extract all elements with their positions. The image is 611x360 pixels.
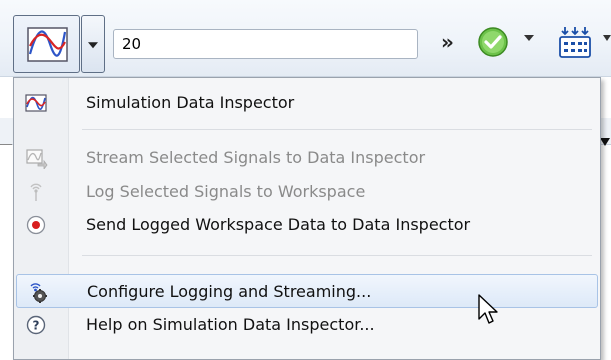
- stop-time-input[interactable]: 20: [113, 29, 418, 59]
- sdi-plot-icon: [27, 27, 68, 62]
- data-inspector-button[interactable]: [13, 15, 80, 73]
- menu-item-label: Send Logged Workspace Data to Data Inspe…: [86, 215, 471, 234]
- background-collapse-arrow-icon[interactable]: [600, 138, 610, 146]
- log-antenna-icon: [30, 183, 42, 201]
- run-dropdown-caret-icon[interactable]: [524, 35, 534, 41]
- configure-icon: [30, 283, 47, 303]
- sdi-plot-icon: [25, 94, 47, 112]
- record-icon: [26, 215, 46, 235]
- menu-item-send-logged-workspace-data[interactable]: Send Logged Workspace Data to Data Inspe…: [16, 208, 598, 242]
- menu-item-log-selected-signals[interactable]: Log Selected Signals to Workspace: [16, 175, 598, 209]
- data-inspector-menu: Simulation Data Inspector Stream Selecte…: [13, 77, 601, 360]
- stop-time-value: 20: [122, 35, 142, 53]
- menu-item-simulation-data-inspector[interactable]: Simulation Data Inspector: [16, 86, 598, 120]
- menu-separator: [82, 255, 592, 256]
- background-divider: [0, 144, 12, 145]
- menu-item-label: Help on Simulation Data Inspector...: [86, 315, 375, 334]
- svg-text:?: ?: [33, 319, 40, 333]
- menu-item-stream-selected-signals[interactable]: Stream Selected Signals to Data Inspecto…: [16, 141, 598, 175]
- menu-item-label: Stream Selected Signals to Data Inspecto…: [86, 148, 426, 167]
- simulation-toolbar: 20 »: [0, 0, 611, 77]
- chevron-down-icon: [88, 42, 98, 49]
- menu-item-label: Configure Logging and Streaming...: [87, 282, 372, 301]
- signal-dropdown-caret-icon[interactable]: [603, 35, 611, 41]
- menu-item-label: Simulation Data Inspector: [86, 93, 295, 112]
- menu-item-configure-logging-streaming[interactable]: Configure Logging and Streaming...: [16, 274, 598, 308]
- menu-separator: [82, 129, 592, 130]
- stream-icon: [26, 149, 48, 169]
- data-inspector-dropdown-button[interactable]: [81, 15, 105, 73]
- signal-table-icon[interactable]: [558, 24, 592, 60]
- more-toolbar-button[interactable]: »: [441, 30, 454, 54]
- menu-item-label: Log Selected Signals to Workspace: [86, 182, 366, 201]
- check-run-icon[interactable]: [477, 26, 509, 58]
- mouse-pointer-icon: [478, 294, 498, 324]
- help-icon: ?: [26, 315, 46, 335]
- menu-item-help-simulation-data-inspector[interactable]: ? Help on Simulation Data Inspector...: [16, 308, 598, 342]
